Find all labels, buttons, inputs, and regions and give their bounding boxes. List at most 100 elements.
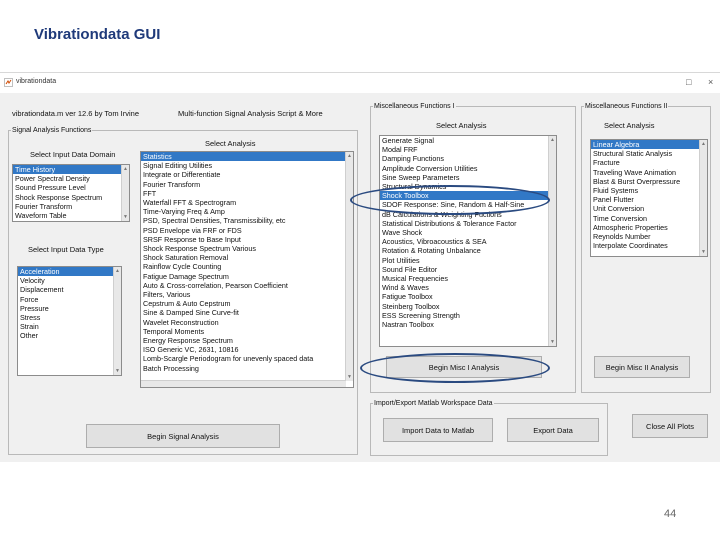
list-item[interactable]: Acoustics, Vibroacoustics & SEA: [380, 237, 556, 246]
list-item[interactable]: Temporal Moments: [141, 327, 353, 336]
list-item[interactable]: Shock Saturation Removal: [141, 253, 353, 262]
misc2-legend: Miscellaneous Functions II: [585, 103, 668, 110]
scroll-up-icon[interactable]: ▲: [700, 140, 707, 148]
analysis-vscrollbar[interactable]: ▲ ▼: [345, 152, 353, 381]
list-item[interactable]: Displacement: [18, 285, 121, 294]
list-item[interactable]: Fatigue Toolbox: [380, 292, 556, 301]
list-item[interactable]: Acceleration: [18, 267, 121, 277]
list-item[interactable]: Batch Processing: [141, 364, 353, 373]
list-item[interactable]: Shock Response Spectrum Various: [141, 244, 353, 253]
list-item[interactable]: Sine Sweep Parameters: [380, 173, 556, 182]
list-item[interactable]: Time-Varying Freq & Amp: [141, 207, 353, 216]
scroll-down-icon[interactable]: ▼: [346, 373, 353, 381]
import-data-button[interactable]: Import Data to Matlab: [383, 418, 493, 442]
list-item[interactable]: Unit Conversion: [591, 204, 707, 213]
list-item[interactable]: Velocity: [18, 276, 121, 285]
list-item[interactable]: Amplitude Conversion Utilities: [380, 164, 556, 173]
signal-panel-legend: Signal Analysis Functions: [12, 127, 92, 134]
list-item[interactable]: Fluid Systems: [591, 186, 707, 195]
list-item[interactable]: PSD Envelope via FRF or FDS: [141, 226, 353, 235]
list-item[interactable]: Generate Signal: [380, 136, 556, 145]
list-item[interactable]: Filters, Various: [141, 290, 353, 299]
list-item[interactable]: Force: [18, 295, 121, 304]
list-item[interactable]: Nastran Toolbox: [380, 320, 556, 329]
list-item[interactable]: Plot Utilities: [380, 256, 556, 265]
list-item[interactable]: Time History: [13, 165, 129, 175]
list-item[interactable]: Sound File Editor: [380, 265, 556, 274]
list-item[interactable]: Stress: [18, 313, 121, 322]
annotation-oval-shock-toolbox: [350, 185, 550, 215]
list-item[interactable]: Power Spectral Density: [13, 174, 129, 183]
list-item[interactable]: Linear Algebra: [591, 140, 707, 150]
close-all-plots-button[interactable]: Close All Plots: [632, 414, 708, 438]
list-item[interactable]: Traveling Wave Animation: [591, 168, 707, 177]
scroll-down-icon[interactable]: ▼: [700, 248, 707, 256]
scroll-up-icon[interactable]: ▲: [346, 152, 353, 160]
list-item[interactable]: Sine & Damped Sine Curve-fit: [141, 308, 353, 317]
export-data-button[interactable]: Export Data: [507, 418, 599, 442]
list-item[interactable]: Modal FRF: [380, 145, 556, 154]
begin-signal-analysis-button[interactable]: Begin Signal Analysis: [86, 424, 280, 448]
list-item[interactable]: Cepstrum & Auto Cepstrum: [141, 299, 353, 308]
signal-analysis-listbox[interactable]: Statistics Signal Editing Utilities Integr…: [140, 151, 354, 388]
scroll-up-icon[interactable]: ▲: [114, 267, 121, 275]
list-item[interactable]: Time Conversion: [591, 214, 707, 223]
list-item[interactable]: Other: [18, 331, 121, 340]
list-item[interactable]: Panel Flutter: [591, 195, 707, 204]
list-item[interactable]: Wavelet Reconstruction: [141, 318, 353, 327]
list-item[interactable]: Statistics: [141, 152, 353, 162]
list-item[interactable]: Sound Pressure Level: [13, 183, 129, 192]
list-item[interactable]: SRSF Response to Base Input: [141, 235, 353, 244]
matlab-app-icon: [4, 78, 13, 87]
type-listbox[interactable]: Acceleration Velocity Displacement Force Pre…: [17, 266, 122, 376]
list-item[interactable]: Damping Functions: [380, 154, 556, 163]
domain-listbox[interactable]: Time History Power Spectral Density Sound …: [12, 164, 130, 222]
list-item[interactable]: Musical Frequencies: [380, 274, 556, 283]
scroll-down-icon[interactable]: ▼: [114, 367, 121, 375]
list-item[interactable]: Pressure: [18, 304, 121, 313]
analysis-hscrollbar[interactable]: [141, 380, 346, 387]
list-item[interactable]: Statistical Distributions & Tolerance Fa…: [380, 219, 556, 228]
list-item[interactable]: Shock Response Spectrum: [13, 193, 129, 202]
list-item[interactable]: Integrate or Differentiate: [141, 170, 353, 179]
list-item[interactable]: Wave Shock: [380, 228, 556, 237]
maximize-icon[interactable]: □: [686, 77, 691, 87]
list-item[interactable]: PSD, Spectral Densities, Transmissibilit…: [141, 216, 353, 225]
begin-misc2-analysis-button[interactable]: Begin Misc II Analysis: [594, 356, 690, 378]
scroll-up-icon[interactable]: ▲: [122, 165, 129, 173]
list-item[interactable]: Interpolate Coordinates: [591, 241, 707, 250]
list-item[interactable]: Fracture: [591, 158, 707, 167]
type-scrollbar[interactable]: ▲ ▼: [113, 267, 121, 375]
list-item[interactable]: FFT: [141, 189, 353, 198]
domain-scrollbar[interactable]: ▲ ▼: [121, 165, 129, 221]
list-item[interactable]: ESS Screening Strength: [380, 311, 556, 320]
scroll-down-icon[interactable]: ▼: [549, 338, 556, 346]
misc1-listbox[interactable]: Generate Signal Modal FRF Damping Function…: [379, 135, 557, 347]
list-item[interactable]: Waterfall FFT & Spectrogram: [141, 198, 353, 207]
list-item[interactable]: Strain: [18, 322, 121, 331]
close-icon[interactable]: ×: [708, 77, 713, 87]
list-item[interactable]: Lomb-Scargle Periodogram for unevenly sp…: [141, 354, 353, 363]
list-item[interactable]: Atmospheric Properties: [591, 223, 707, 232]
list-item[interactable]: Reynolds Number: [591, 232, 707, 241]
list-item[interactable]: Rotation & Rotating Unbalance: [380, 246, 556, 255]
scroll-up-icon[interactable]: ▲: [549, 136, 556, 144]
misc2-scrollbar[interactable]: ▲ ▼: [699, 140, 707, 256]
list-item[interactable]: Fatigue Damage Spectrum: [141, 272, 353, 281]
list-item[interactable]: Energy Response Spectrum: [141, 336, 353, 345]
list-item[interactable]: Blast & Burst Overpressure: [591, 177, 707, 186]
list-item[interactable]: Fourier Transform: [141, 180, 353, 189]
list-item[interactable]: Waveform Table: [13, 211, 129, 220]
type-list-label: Select Input Data Type: [28, 245, 104, 254]
list-item[interactable]: Auto & Cross-correlation, Pearson Coeffi…: [141, 281, 353, 290]
list-item[interactable]: Wind & Waves: [380, 283, 556, 292]
list-item[interactable]: ISO Generic VC, 2631, 10816: [141, 345, 353, 354]
list-item[interactable]: Rainflow Cycle Counting: [141, 262, 353, 271]
misc2-listbox[interactable]: Linear Algebra Structural Static Analysis…: [590, 139, 708, 257]
list-item[interactable]: Structural Static Analysis: [591, 149, 707, 158]
list-item[interactable]: Signal Editing Utilities: [141, 161, 353, 170]
scroll-down-icon[interactable]: ▼: [122, 213, 129, 221]
list-item[interactable]: Fourier Transform: [13, 202, 129, 211]
misc1-scrollbar[interactable]: ▲ ▼: [548, 136, 556, 346]
list-item[interactable]: Steinberg Toolbox: [380, 302, 556, 311]
